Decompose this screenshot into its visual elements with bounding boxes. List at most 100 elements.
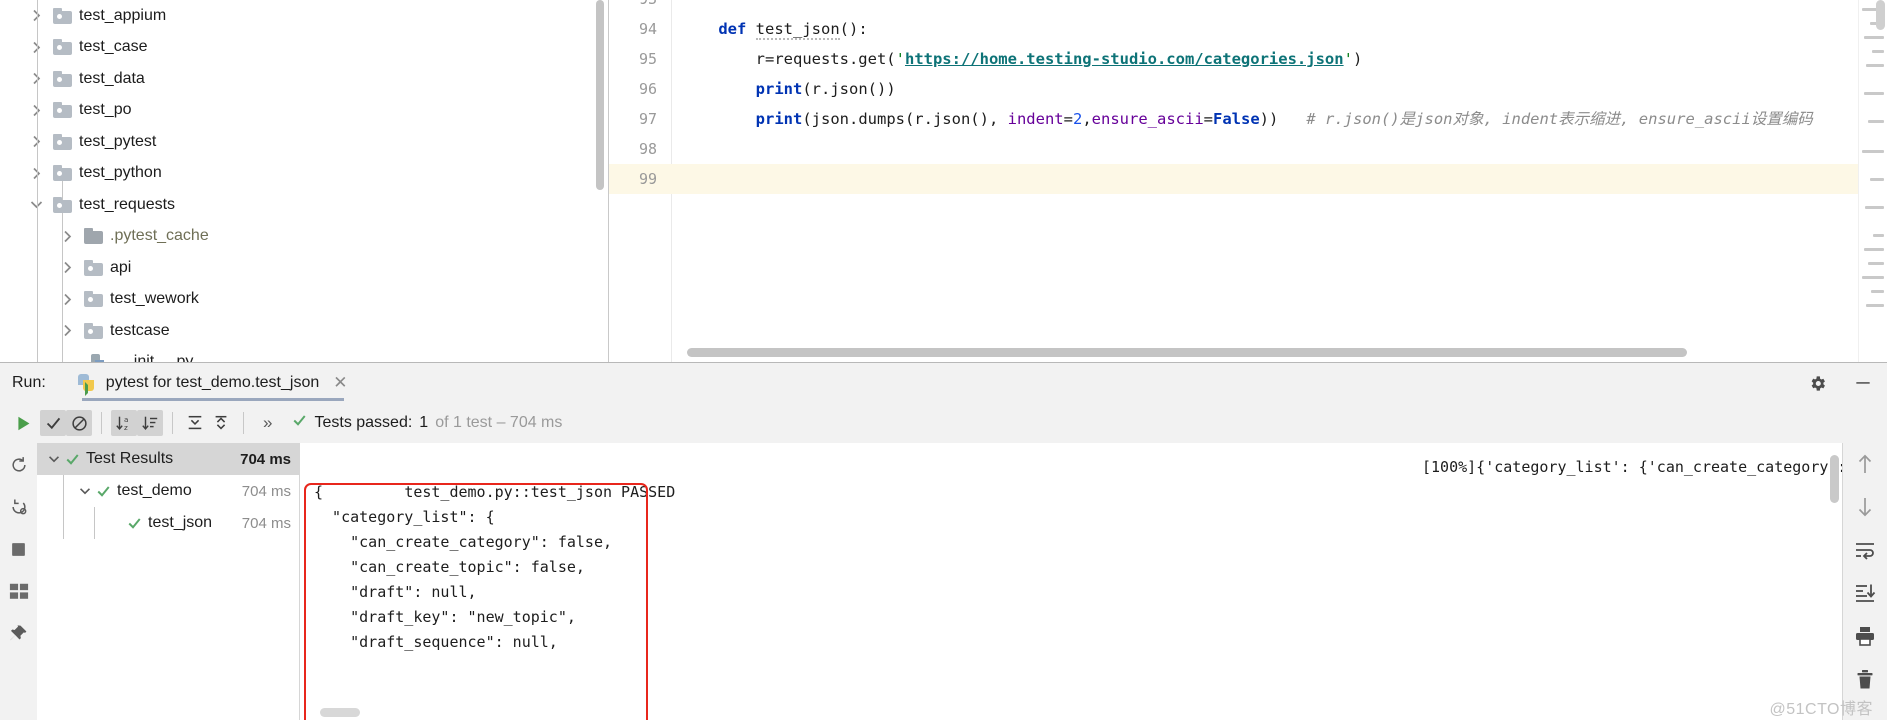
line-number: 97 <box>638 110 657 128</box>
code-text: r=requests.get('https://home.testing-stu… <box>681 50 1363 68</box>
tree-item-test_wework[interactable]: test_wework <box>0 284 608 316</box>
code-line[interactable]: 97 print(json.dumps(r.json(), indent=2,e… <box>609 104 1887 134</box>
tree-item-test_requests[interactable]: test_requests <box>0 189 608 221</box>
rerun-failed-icon[interactable] <box>7 453 31 477</box>
status-prefix: Tests passed: <box>314 414 413 431</box>
chevron-down-icon[interactable] <box>45 455 63 463</box>
folder-icon <box>53 196 72 213</box>
folder-icon <box>53 165 72 182</box>
run-configuration-tab[interactable]: pytest for test_demo.test_json ✕ <box>74 363 352 403</box>
tree-item-label: testcase <box>110 321 170 339</box>
status-check-icon <box>292 413 307 433</box>
python-file-icon <box>90 353 109 362</box>
code-line[interactable]: 99 <box>609 164 1887 194</box>
test-result-label: test_json <box>148 514 213 531</box>
console-json-line: "category_list": { <box>314 508 495 526</box>
console-json-line: { <box>314 483 324 501</box>
stop-icon[interactable] <box>7 537 31 561</box>
code-line[interactable]: 98 <box>609 134 1887 164</box>
tree-item-label: __init__.py <box>116 353 194 362</box>
tree-item-api[interactable]: api <box>0 252 608 284</box>
line-number: 98 <box>638 140 657 158</box>
folder-icon <box>53 7 72 24</box>
tree-item-__init__py[interactable]: __init__.py <box>0 347 608 362</box>
folder-icon <box>53 133 72 150</box>
layout-icon[interactable] <box>7 579 31 603</box>
tree-item-label: test_python <box>79 164 162 182</box>
test-result-row[interactable]: test_demo 704 ms <box>37 475 299 507</box>
console-json-line: "draft": null, <box>314 583 477 601</box>
project-tree-scrollbar[interactable] <box>596 0 604 190</box>
console-right-toolbar <box>1842 443 1887 720</box>
tree-item-test_pytest[interactable]: test_pytest <box>0 126 608 158</box>
code-line[interactable]: 94 def test_json(): <box>609 14 1887 44</box>
collapse-all-icon[interactable] <box>208 410 234 436</box>
soft-wrap-icon[interactable] <box>1852 537 1878 563</box>
code-text: print(json.dumps(r.json(), indent=2,ensu… <box>755 110 1813 128</box>
editor-area: test_appium test_case test_data test_po test… <box>0 0 1887 362</box>
tree-item-label: test_wework <box>110 290 199 308</box>
test-status-text: Tests passed: 1 of 1 test – 704 ms <box>292 413 562 433</box>
tree-item-testcase[interactable]: testcase <box>0 315 608 347</box>
sort-alpha-icon[interactable]: a z <box>111 410 137 436</box>
code-line[interactable]: 95 r=requests.get('https://home.testing-… <box>609 44 1887 74</box>
pin-icon[interactable] <box>7 621 31 645</box>
tree-item-test_po[interactable]: test_po <box>0 95 608 127</box>
tree-item-test_python[interactable]: test_python <box>0 158 608 190</box>
tree-item-label: test_data <box>79 69 145 87</box>
scroll-to-end-icon[interactable] <box>1852 580 1878 606</box>
tree-item-test_appium[interactable]: test_appium <box>0 0 608 32</box>
tree-item-pytest_cache[interactable]: .pytest_cache <box>0 221 608 253</box>
test-passed-icon <box>94 484 113 499</box>
console-json-line: "draft_sequence": null, <box>314 633 558 651</box>
print-icon[interactable] <box>1852 623 1878 649</box>
line-number: 93 <box>609 0 657 14</box>
toolbar-overflow-button[interactable]: » <box>263 413 272 433</box>
console-vertical-scrollbar[interactable] <box>1830 455 1839 503</box>
run-play-icon[interactable] <box>6 410 40 436</box>
console-output[interactable]: test_demo.py::test_json PASSED [100%]{'ca… <box>300 443 1842 720</box>
no-entry-icon[interactable] <box>66 410 92 436</box>
watermark: @51CTO博客 <box>1769 701 1873 718</box>
folder-icon <box>84 259 103 276</box>
sort-duration-icon[interactable] <box>137 410 163 436</box>
test-result-row[interactable]: Test Results 704 ms <box>37 443 299 475</box>
close-icon[interactable]: ✕ <box>333 373 347 393</box>
code-lines[interactable]: 9394 def test_json():95 r=requests.get('… <box>609 0 1887 362</box>
run-label: Run: <box>12 374 46 391</box>
code-line[interactable]: 93 <box>609 0 1887 14</box>
editor-vertical-scrollbar[interactable] <box>1876 0 1885 30</box>
tree-item-test_data[interactable]: test_data <box>0 63 608 95</box>
line-number: 99 <box>638 170 657 188</box>
run-tab-title: pytest for test_demo.test_json <box>105 374 320 391</box>
results-guide-line <box>63 475 64 539</box>
line-number: 96 <box>638 80 657 98</box>
chevron-down-icon[interactable] <box>76 487 94 495</box>
toolbar-separator <box>101 412 102 434</box>
status-count: 1 <box>419 414 429 431</box>
minimize-icon[interactable] <box>1853 373 1873 393</box>
code-line[interactable]: 96 print(r.json()) <box>609 74 1887 104</box>
editor-code-map[interactable] <box>1858 0 1887 362</box>
run-tool-window: Run: pytest for test_demo.test_json ✕ a … <box>0 362 1887 720</box>
trash-icon[interactable] <box>1852 666 1878 692</box>
scroll-down-icon[interactable] <box>1852 494 1878 520</box>
editor-horizontal-scrollbar[interactable] <box>687 348 1687 357</box>
code-editor[interactable]: 9394 def test_json():95 r=requests.get('… <box>609 0 1887 362</box>
scroll-up-icon[interactable] <box>1852 451 1878 477</box>
expand-all-icon[interactable] <box>182 410 208 436</box>
tree-item-test_case[interactable]: test_case <box>0 32 608 64</box>
test-passed-icon <box>125 516 144 531</box>
project-tree-panel[interactable]: test_appium test_case test_data test_po test… <box>0 0 609 362</box>
check-icon[interactable] <box>40 410 66 436</box>
tree-item-label: api <box>110 258 132 276</box>
settings-gear-icon[interactable] <box>1808 374 1827 393</box>
console-json-line: "can_create_topic": false, <box>314 558 585 576</box>
toolbar-separator <box>172 412 173 434</box>
test-results-tree[interactable]: Test Results 704 ms test_demo 704 ms test_js… <box>37 443 300 720</box>
run-panel-toolbar: a z » Tests passed: 1 of 1 test – 704 ms <box>0 403 1887 443</box>
code-text: print(r.json()) <box>755 80 896 98</box>
toggle-auto-test-icon[interactable] <box>7 495 31 519</box>
test-result-row[interactable]: test_json 704 ms <box>37 507 299 539</box>
console-horizontal-scrollbar[interactable] <box>320 708 360 717</box>
